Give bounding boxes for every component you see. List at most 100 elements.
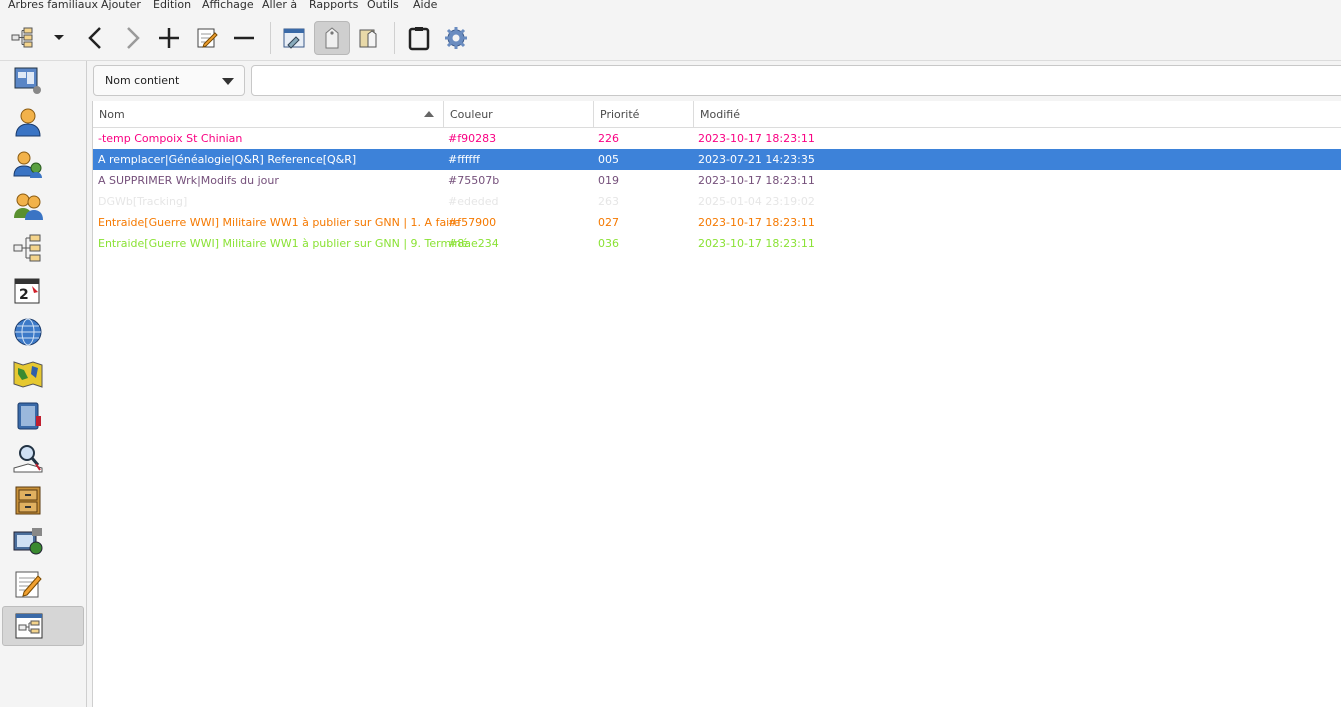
citation-icon [11,441,45,475]
cell-priority: 005 [598,153,619,166]
sidebar-item-citations[interactable] [2,438,84,478]
sidebar-item-dashboard[interactable] [2,60,84,100]
table-header: Nom Couleur Priorité Modifié [93,101,1341,128]
cell-color: #f90283 [448,132,497,145]
column-header-color[interactable]: Couleur [444,101,594,127]
column-header-priority[interactable]: Priorité [594,101,694,127]
cell-modified: 2023-10-17 18:23:11 [698,216,815,229]
cell-modified: 2023-10-17 18:23:11 [698,132,815,145]
svg-text:2: 2 [19,287,29,303]
tag-organize-icon[interactable] [278,21,310,55]
cell-priority: 226 [598,132,619,145]
preferences-icon[interactable] [440,21,472,55]
media-icon [11,525,45,559]
filter-field-label: Nom contient [105,74,180,87]
column-header-color-label: Couleur [450,108,493,121]
cell-color: #8ae234 [448,237,499,250]
column-header-priority-label: Priorité [600,108,640,121]
cell-name: A SUPPRIMER Wrk|Modifs du jour [98,174,279,187]
menu-aide[interactable]: Aide [413,0,437,11]
edit-icon[interactable] [191,21,223,55]
navigator-sidebar: 2 [0,61,87,707]
notes-icon [11,567,45,601]
menu-ajouter[interactable]: Ajouter [101,0,141,11]
charts-icon [11,231,45,265]
relationships-icon [11,147,45,181]
sidebar-item-places[interactable] [2,312,84,352]
cell-priority: 263 [598,195,619,208]
families-icon [11,189,45,223]
menu-rapports[interactable]: Rapports [309,0,358,11]
book-icon [11,399,45,433]
cell-color: #75507b [448,174,500,187]
map-icon [11,357,45,391]
clipboard-icon[interactable] [403,21,435,55]
person-icon [11,105,45,139]
cell-modified: 2023-10-17 18:23:11 [698,237,815,250]
tags-table: Nom Couleur Priorité Modifié -temp Compo… [92,101,1341,707]
toolbar-separator [270,22,271,54]
table-row[interactable]: -temp Compoix St Chinian #f90283 226 2023-1… [93,128,1341,149]
menu-bar: Arbres familiaux Ajouter Edition Afficha… [0,0,1341,14]
sidebar-item-families[interactable] [2,186,84,226]
cell-color: #ededed [448,195,499,208]
sidebar-item-tags[interactable] [2,606,84,646]
column-header-name[interactable]: Nom [93,101,444,127]
sidebar-item-charts[interactable] [2,228,84,268]
cell-modified: 2025-01-04 23:19:02 [698,195,815,208]
tag-selected-icon[interactable] [353,21,385,55]
cell-name: DGWb[Tracking] [98,195,188,208]
forward-icon[interactable] [116,21,148,55]
tags-view-icon [12,609,46,643]
chevron-down-icon [222,78,234,85]
table-row[interactable]: A SUPPRIMER Wrk|Modifs du jour #75507b 019… [93,170,1341,191]
cell-priority: 027 [598,216,619,229]
cell-name: Entraide[Guerre WWI] Militaire WW1 à pub… [98,237,469,250]
menu-aller-a[interactable]: Aller à [262,0,297,11]
table-row[interactable]: A remplacer|Généalogie|Q&R] Reference[Q&… [93,149,1341,170]
back-icon[interactable] [80,21,112,55]
cell-priority: 036 [598,237,619,250]
cell-modified: 2023-07-21 14:23:35 [698,153,815,166]
dashboard-icon [11,63,45,97]
menu-arbres-familiaux[interactable]: Arbres familiaux [8,0,98,11]
tree-view-icon[interactable] [7,21,39,55]
calendar-icon: 2 [11,273,45,307]
cabinet-icon [11,483,45,517]
globe-icon [11,315,45,349]
dropdown-arrow-icon[interactable] [44,21,74,55]
sidebar-item-relationships[interactable] [2,144,84,184]
sidebar-item-media[interactable] [2,522,84,562]
sidebar-item-geography[interactable] [2,354,84,394]
add-icon[interactable] [153,21,185,55]
menu-affichage[interactable]: Affichage [202,0,254,11]
filter-field-select[interactable]: Nom contient [93,65,245,96]
table-row[interactable]: Entraide[Guerre WWI] Militaire WW1 à pub… [93,212,1341,233]
column-header-modified[interactable]: Modifié [694,101,1341,127]
cell-color: #f57900 [448,216,497,229]
toolbar-separator [394,22,395,54]
sidebar-item-events[interactable]: 2 [2,270,84,310]
sort-ascending-icon [424,111,434,117]
tag-view: Nom contient Nom Couleur Priorité Modifi… [91,61,1341,707]
menu-edition[interactable]: Edition [153,0,191,11]
menu-outils[interactable]: Outils [367,0,399,11]
sidebar-item-repositories[interactable] [2,480,84,520]
remove-icon[interactable] [228,21,260,55]
cell-name: Entraide[Guerre WWI] Militaire WW1 à pub… [98,216,461,229]
column-header-modified-label: Modifié [700,108,740,121]
cell-name: A remplacer|Généalogie|Q&R] Reference[Q&… [98,153,357,166]
tag-icon[interactable] [314,21,350,55]
table-row[interactable]: DGWb[Tracking] #ededed 263 2025-01-04 23:19… [93,191,1341,212]
table-row[interactable]: Entraide[Guerre WWI] Militaire WW1 à pub… [93,233,1341,254]
cell-color: #ffffff [448,153,480,166]
sidebar-item-people[interactable] [2,102,84,142]
sidebar-item-notes[interactable] [2,564,84,604]
sidebar-item-sources[interactable] [2,396,84,436]
cell-name: -temp Compoix St Chinian [98,132,243,145]
column-header-name-label: Nom [99,108,125,121]
cell-priority: 019 [598,174,619,187]
filter-search-input[interactable] [251,65,1341,96]
toolbar [0,16,1341,61]
cell-modified: 2023-10-17 18:23:11 [698,174,815,187]
